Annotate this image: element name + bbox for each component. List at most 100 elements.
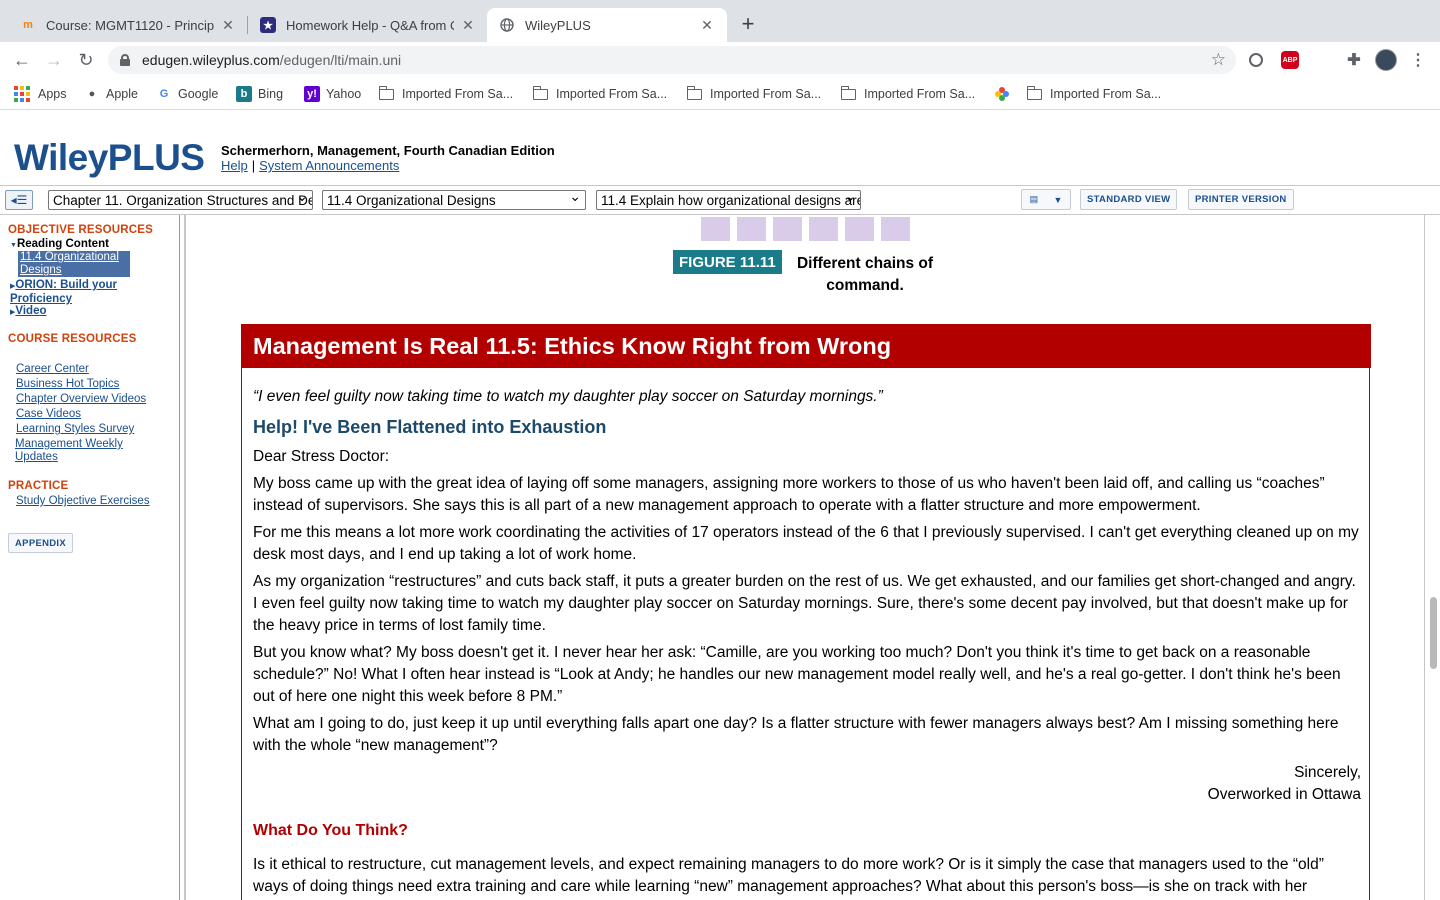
bookmark-label: Apple <box>106 87 138 101</box>
video-link[interactable]: Video <box>15 305 46 317</box>
orion-link[interactable]: ORION: Build your Proficiency <box>10 279 117 305</box>
google-icon: G <box>159 88 169 100</box>
bookmark-star-icon[interactable]: ☆ <box>1211 50 1226 70</box>
sidebar-item-learning-styles-survey[interactable]: Learning Styles Survey <box>16 423 134 436</box>
bookmark-folder-1[interactable]: Imported From Sa... <box>378 85 514 103</box>
avatar[interactable] <box>1375 49 1397 71</box>
adblock-icon[interactable]: ABP <box>1281 51 1299 69</box>
figure-chain-box <box>845 217 874 241</box>
letter-paragraph: What am I going to do, just keep it up u… <box>253 715 1339 754</box>
management-is-real-box: Management Is Real 11.5: Ethics Know Rig… <box>241 324 1371 900</box>
triangle-down-icon: ▼ <box>10 242 17 249</box>
letter-signature: Overworked in Ottawa <box>1207 786 1361 803</box>
bookmark-folder-5[interactable]: Imported From Sa... <box>1026 85 1162 103</box>
sidebar-divider[interactable] <box>184 215 186 900</box>
bookmark-photos[interactable] <box>994 85 1016 103</box>
lock-icon <box>120 54 130 66</box>
folder-icon <box>840 85 856 100</box>
close-icon[interactable]: ✕ <box>699 17 715 33</box>
reading-content-toggle[interactable]: ▼Reading Content <box>10 238 109 252</box>
url-path: /edugen/lti/main.uni <box>279 52 402 68</box>
bookmark-folder-3[interactable]: Imported From Sa... <box>686 85 822 103</box>
tab-homework-help[interactable]: ★ Homework Help - Q&A from Online Tutors… <box>248 8 488 42</box>
apple-icon: ● <box>88 88 96 100</box>
appendix-button[interactable]: APPENDIX <box>8 533 73 553</box>
objective-select[interactable]: 11.4 Explain how organizational designs … <box>596 190 861 210</box>
bookmark-folder-4[interactable]: Imported From Sa... <box>840 85 976 103</box>
video-toggle[interactable]: ▶Video <box>10 305 47 319</box>
standard-view-button[interactable]: STANDARD VIEW <box>1080 189 1178 210</box>
scrollbar-thumb[interactable] <box>1430 597 1437 669</box>
tab-course[interactable]: m Course: MGMT1120 - Principles of Manag… <box>8 8 248 42</box>
bookmark-dropdown-button[interactable]: ▤ ▼ <box>1021 189 1071 210</box>
letter-paragraph: As my organization “restructures” and cu… <box>253 573 1356 634</box>
bookmark-yahoo[interactable]: y! Yahoo <box>304 85 361 103</box>
what-do-you-think-text: Is it ethical to restructure, cut manage… <box>253 856 1324 895</box>
new-tab-button[interactable]: + <box>736 11 760 36</box>
letter-closing: Sincerely, <box>1294 764 1361 781</box>
course-resources-heading: COURSE RESOURCES <box>8 333 137 345</box>
letter-paragraph: But you know what? My boss doesn't get i… <box>253 644 1341 705</box>
figure-chain-box <box>737 217 766 241</box>
yahoo-icon: y! <box>304 86 320 102</box>
book-title: Schermerhorn, Management, Fourth Canadia… <box>221 143 555 158</box>
sidebar-item-career-center[interactable]: Career Center <box>16 363 89 376</box>
sidebar-item-chapter-overview-videos[interactable]: Chapter Overview Videos <box>16 393 146 406</box>
section-select[interactable]: 11.4 Organizational Designs <box>322 190 586 210</box>
content-nav-bar: ◂☰ Chapter 11. Organization Structures a… <box>0 185 1440 215</box>
chapter-select[interactable]: Chapter 11. Organization Structures and … <box>48 190 313 210</box>
management-is-real-body: “I even feel guilty now taking time to w… <box>253 386 1361 900</box>
moodle-icon: m <box>23 19 33 31</box>
sidebar-item-management-weekly-updates[interactable]: Management Weekly Updates <box>15 438 145 464</box>
letter-paragraph: My boss came up with the great idea of l… <box>253 475 1325 514</box>
chegg-star-icon: ★ <box>260 17 276 33</box>
system-announcements-link[interactable]: System Announcements <box>259 158 399 173</box>
bookmark-bing[interactable]: b Bing <box>236 85 283 103</box>
reload-button[interactable]: ↻ <box>74 48 98 72</box>
bookmark-label: Apps <box>38 87 67 101</box>
bookmark-folder-2[interactable]: Imported From Sa... <box>532 85 667 103</box>
bookmark-google[interactable]: G Google <box>156 85 219 103</box>
what-do-you-think-heading: What Do You Think? <box>253 822 408 839</box>
help-link[interactable]: Help <box>221 158 248 173</box>
folder-icon <box>532 85 548 100</box>
sidebar-item-reading-selected[interactable]: 11.4 Organizational Designs <box>18 251 130 277</box>
tab-wileyplus[interactable]: WileyPLUS ✕ <box>487 8 727 42</box>
folder-icon <box>378 85 394 100</box>
extension-circle-icon[interactable] <box>1249 53 1263 67</box>
extensions-puzzle-icon[interactable]: ✚ <box>1345 51 1363 69</box>
bookmark-label: Imported From Sa... <box>864 87 976 101</box>
browser-tabstrip: m Course: MGMT1120 - Principles of Manag… <box>0 0 1440 42</box>
objective-resources-heading: OBJECTIVE RESOURCES <box>8 224 154 236</box>
printer-version-button[interactable]: PRINTER VERSION <box>1188 189 1294 210</box>
figure-chain-box <box>701 217 730 241</box>
figure-chain-box <box>881 217 910 241</box>
letter-paragraph: For me this means a lot more work coordi… <box>253 524 1359 563</box>
forward-button[interactable]: → <box>42 48 66 72</box>
wileyplus-logo[interactable]: WileyPLUS <box>14 137 205 179</box>
sidebar-item-study-objective-exercises[interactable]: Study Objective Exercises <box>16 495 150 508</box>
sidebar-item-business-hot-topics[interactable]: Business Hot Topics <box>16 378 119 391</box>
back-button[interactable]: ← <box>10 48 34 72</box>
apps-grid-icon <box>14 86 30 102</box>
tab-title: Homework Help - Q&A from Online Tutors <box>286 17 454 33</box>
bookmark-label: Imported From Sa... <box>402 87 514 101</box>
page-scrollbar[interactable] <box>1426 215 1440 900</box>
bookmark-label: Bing <box>258 87 284 101</box>
figure-caption: Different chains of command. <box>796 255 934 294</box>
menu-kebab-icon[interactable]: ⋮ <box>1409 51 1427 69</box>
reading-content: FIGURE 11.11 Different chains of command… <box>187 215 1425 900</box>
toggle-sidebar-button[interactable]: ◂☰ <box>5 190 33 210</box>
close-icon[interactable]: ✕ <box>460 17 476 33</box>
browser-toolbar: ← → ↻ edugen.wileyplus.com/edugen/lti/ma… <box>0 42 1440 78</box>
address-bar[interactable]: edugen.wileyplus.com/edugen/lti/main.uni… <box>108 46 1236 74</box>
sidebar-item-case-videos[interactable]: Case Videos <box>16 408 81 421</box>
bookmark-apple[interactable]: ● Apple <box>84 85 138 103</box>
orion-toggle[interactable]: ▶ORION: Build your Proficiency <box>10 279 150 306</box>
bookmark-apps[interactable]: Apps <box>14 85 67 103</box>
close-icon[interactable]: ✕ <box>220 17 236 33</box>
bookmark-label: Imported From Sa... <box>710 87 822 101</box>
letter-heading: Help! I've Been Flattened into Exhaustio… <box>253 417 607 437</box>
header-links: Help | System Announcements <box>221 158 399 173</box>
bookmark-label: Imported From Sa... <box>1050 87 1162 101</box>
